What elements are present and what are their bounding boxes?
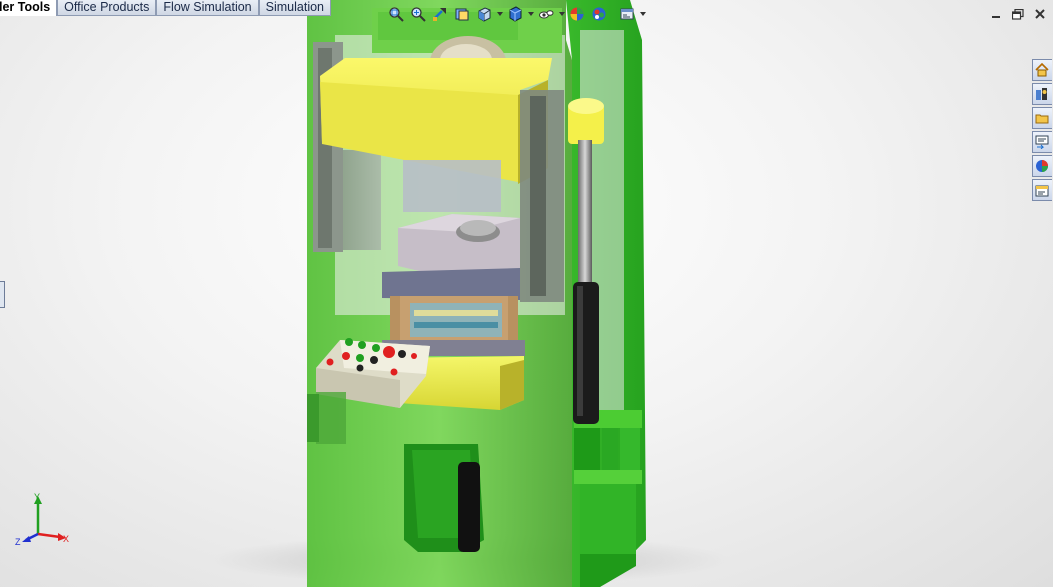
design-library-icon[interactable] [1032, 83, 1052, 105]
task-pane-tabs [1032, 59, 1053, 203]
edit-appearance-icon[interactable] [567, 4, 587, 24]
appearances-scenes-icon[interactable] [1032, 155, 1052, 177]
close-icon[interactable] [1031, 6, 1049, 22]
previous-view-icon[interactable] [430, 4, 450, 24]
window-controls [987, 6, 1049, 22]
chevron-down-icon[interactable] [558, 4, 565, 24]
x-axis-line [37, 532, 61, 539]
minimize-icon[interactable] [987, 6, 1005, 22]
tab-flow-simulation[interactable]: Flow Simulation [156, 0, 259, 16]
display-style-icon[interactable] [505, 4, 525, 24]
zoom-to-fit-icon[interactable] [386, 4, 406, 24]
heads-up-view-toolbar [386, 4, 646, 24]
y-axis-label: Y [34, 492, 40, 502]
x-axis-label: X [63, 534, 69, 544]
file-explorer-icon[interactable] [1032, 107, 1052, 129]
zoom-to-area-icon[interactable] [408, 4, 428, 24]
section-view-icon[interactable] [452, 4, 472, 24]
view-settings-icon[interactable] [617, 4, 637, 24]
tab-solidworks-addins[interactable]: ler Tools [0, 0, 58, 16]
tab-simulation[interactable]: Simulation [258, 0, 332, 16]
reference-triad: Y X Z [15, 492, 69, 547]
featuremanager-flyout-handle[interactable] [0, 281, 5, 308]
press-3d-model[interactable] [0, 0, 1053, 587]
command-manager-tabs: ler Tools Office Products Flow Simulatio… [0, 0, 332, 17]
chevron-down-icon[interactable] [639, 4, 646, 24]
z-axis-label: Z [15, 537, 21, 547]
chevron-down-icon[interactable] [527, 4, 534, 24]
chevron-down-icon[interactable] [496, 4, 503, 24]
view-palette-icon[interactable] [1032, 131, 1052, 153]
custom-properties-icon[interactable] [1032, 179, 1052, 201]
restore-icon[interactable] [1009, 6, 1027, 22]
tab-office-products[interactable]: Office Products [57, 0, 157, 16]
view-orientation-icon[interactable] [474, 4, 494, 24]
apply-scene-icon[interactable] [589, 4, 609, 24]
hide-show-items-icon[interactable] [536, 4, 556, 24]
solidworks-resources-icon[interactable] [1032, 59, 1052, 81]
